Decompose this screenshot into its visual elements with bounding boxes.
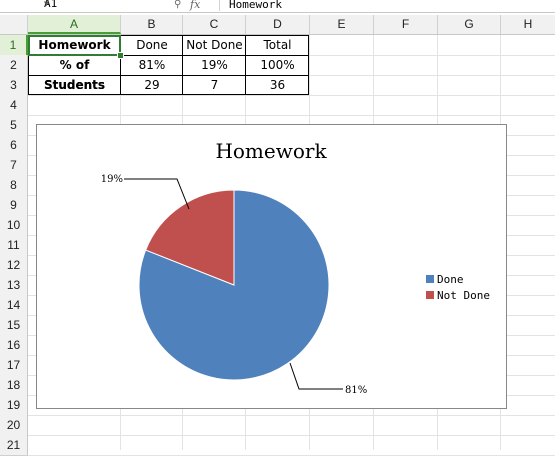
column-header-e[interactable]: E	[310, 15, 374, 34]
data-label-done: 81%	[345, 385, 367, 396]
pie-chart[interactable]: Homework 19% 81% Done Not Done	[36, 124, 507, 409]
fill-handle[interactable]	[117, 52, 124, 59]
legend-swatch-not-done	[426, 291, 434, 299]
row-header-21[interactable]: 21	[0, 435, 28, 456]
column-header-f[interactable]: F	[374, 15, 438, 34]
row-header-16[interactable]: 16	[0, 335, 28, 356]
legend-label-done: Done	[437, 273, 464, 286]
row-header-13[interactable]: 13	[0, 275, 28, 296]
active-cell-selection	[28, 35, 121, 56]
row-header-2[interactable]: 2	[0, 55, 28, 76]
data-label-not-done: 19%	[101, 174, 123, 185]
magnifier-icon[interactable]: ⚲	[174, 0, 181, 10]
name-box[interactable]: A1 ▼	[0, 0, 124, 12]
column-header: A B C D E F G H	[0, 15, 555, 35]
row-header-17[interactable]: 17	[0, 355, 28, 376]
chart-legend: Done Not Done	[426, 273, 490, 302]
column-header-g[interactable]: G	[438, 15, 501, 34]
formula-input[interactable]: Homework	[219, 0, 555, 11]
row-header-4[interactable]: 4	[0, 95, 28, 116]
row-header-8[interactable]: 8	[0, 175, 28, 196]
row-header-9[interactable]: 9	[0, 195, 28, 216]
column-header-b[interactable]: B	[121, 15, 183, 34]
name-box-dropdown-icon[interactable]: ▼	[44, 0, 49, 9]
legend-swatch-done	[426, 275, 434, 283]
leader-line-not-done	[124, 178, 190, 210]
row-header-1[interactable]: 1	[0, 35, 28, 56]
column-header-d[interactable]: D	[246, 15, 310, 34]
row-header-6[interactable]: 6	[0, 135, 28, 156]
leader-line-done	[289, 362, 343, 390]
column-header-a[interactable]: A	[28, 15, 121, 34]
row-header-19[interactable]: 19	[0, 395, 28, 416]
formula-bar: A1 ▼ ⚲ fx Homework	[0, 0, 555, 13]
row-header-10[interactable]: 10	[0, 215, 28, 236]
row-header-18[interactable]: 18	[0, 375, 28, 396]
row-header-7[interactable]: 7	[0, 155, 28, 176]
row-header-12[interactable]: 12	[0, 255, 28, 276]
row-header-20[interactable]: 20	[0, 415, 28, 436]
insert-function-icon[interactable]: fx	[190, 0, 200, 11]
select-all-corner[interactable]	[0, 15, 28, 34]
chart-title: Homework	[215, 139, 327, 163]
row-header-15[interactable]: 15	[0, 315, 28, 336]
column-header-c[interactable]: C	[183, 15, 246, 34]
legend-label-not-done: Not Done	[437, 289, 490, 302]
row-header-11[interactable]: 11	[0, 235, 28, 256]
row-header-3[interactable]: 3	[0, 75, 28, 96]
row-header-14[interactable]: 14	[0, 295, 28, 316]
row-header-5[interactable]: 5	[0, 115, 28, 136]
column-header-h[interactable]: H	[501, 15, 555, 34]
